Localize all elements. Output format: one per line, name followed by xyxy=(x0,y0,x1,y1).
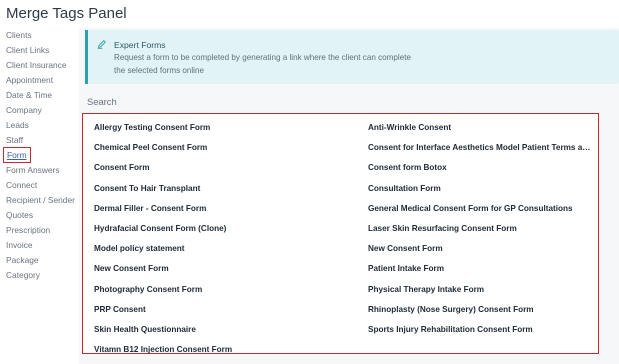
form-item[interactable]: Chemical Peel Consent Form xyxy=(94,138,232,158)
sidebar-item-form-answers[interactable]: Form Answers xyxy=(0,163,72,178)
form-item[interactable]: General Medical Consent Form for GP Cons… xyxy=(368,199,593,219)
sidebar-item-date-time[interactable]: Date & Time xyxy=(0,88,72,103)
form-item[interactable]: Anti-Wrinkle Consent xyxy=(368,118,593,138)
form-item[interactable]: Dermal Filler - Consent Form xyxy=(94,199,232,219)
form-list: Allergy Testing Consent Form Chemical Pe… xyxy=(82,113,599,354)
form-item[interactable]: Consent for Interface Aesthetics Model P… xyxy=(368,138,593,158)
form-item[interactable]: Hydrafacial Consent Form (Clone) xyxy=(94,219,232,239)
form-item[interactable]: Model policy statement xyxy=(94,239,232,259)
form-item[interactable]: Photography Consent Form xyxy=(94,280,232,300)
sidebar-item-appointment[interactable]: Appointment xyxy=(0,73,72,88)
form-item[interactable]: Rhinoplasty (Nose Surgery) Consent Form xyxy=(368,300,593,320)
sidebar-item-category[interactable]: Category xyxy=(0,268,72,283)
expert-forms-icon xyxy=(97,40,106,49)
sidebar-item-staff[interactable]: Staff xyxy=(0,133,72,148)
sidebar-item-client-links[interactable]: Client Links xyxy=(0,43,72,58)
sidebar-item-form[interactable]: Form xyxy=(0,147,72,163)
banner-title: Expert Forms xyxy=(114,40,166,50)
sidebar-item-connect[interactable]: Connect xyxy=(0,178,72,193)
form-item[interactable]: Patient Intake Form xyxy=(368,259,593,279)
form-list-right-column: Anti-Wrinkle Consent Consent for Interfa… xyxy=(368,118,593,340)
sidebar-item-company[interactable]: Company xyxy=(0,103,72,118)
form-item[interactable]: Vitamn B12 Injection Consent Form xyxy=(94,340,232,360)
banner-accent-bar xyxy=(85,30,88,84)
merge-tag-categories: Clients Client Links Client Insurance Ap… xyxy=(0,28,75,283)
search-input[interactable] xyxy=(85,93,619,109)
form-list-left-column: Allergy Testing Consent Form Chemical Pe… xyxy=(94,118,232,360)
form-item[interactable]: Physical Therapy Intake Form xyxy=(368,280,593,300)
form-item[interactable]: Consent form Botox xyxy=(368,158,593,178)
sidebar-item-clients[interactable]: Clients xyxy=(0,28,72,43)
form-item[interactable]: Consent Form xyxy=(94,158,232,178)
form-item[interactable]: Sports Injury Rehabilitation Consent For… xyxy=(368,320,593,340)
form-item[interactable]: Consultation Form xyxy=(368,179,593,199)
sidebar-item-invoice[interactable]: Invoice xyxy=(0,238,72,253)
banner-description: Request a form to be completed by genera… xyxy=(114,53,411,75)
form-item[interactable]: New Consent Form xyxy=(94,259,232,279)
form-item[interactable]: Allergy Testing Consent Form xyxy=(94,118,232,138)
sidebar-item-prescription[interactable]: Prescription xyxy=(0,223,72,238)
form-item[interactable]: PRP Consent xyxy=(94,300,232,320)
form-item[interactable]: Consent To Hair Transplant xyxy=(94,179,232,199)
sidebar-item-recipient-sender[interactable]: Recipient / Sender xyxy=(0,193,75,208)
form-item[interactable]: Skin Health Questionnaire xyxy=(94,320,232,340)
sidebar-item-leads[interactable]: Leads xyxy=(0,118,72,133)
sidebar-item-quotes[interactable]: Quotes xyxy=(0,208,72,223)
panel-title: Merge Tags Panel xyxy=(6,5,127,22)
form-item[interactable]: Laser Skin Resurfacing Consent Form xyxy=(368,219,593,239)
sidebar-item-form-label: Form xyxy=(3,147,31,163)
sidebar-item-package[interactable]: Package xyxy=(0,253,72,268)
sidebar-item-client-insurance[interactable]: Client Insurance xyxy=(0,58,72,73)
form-item[interactable]: New Consent Form xyxy=(368,239,593,259)
